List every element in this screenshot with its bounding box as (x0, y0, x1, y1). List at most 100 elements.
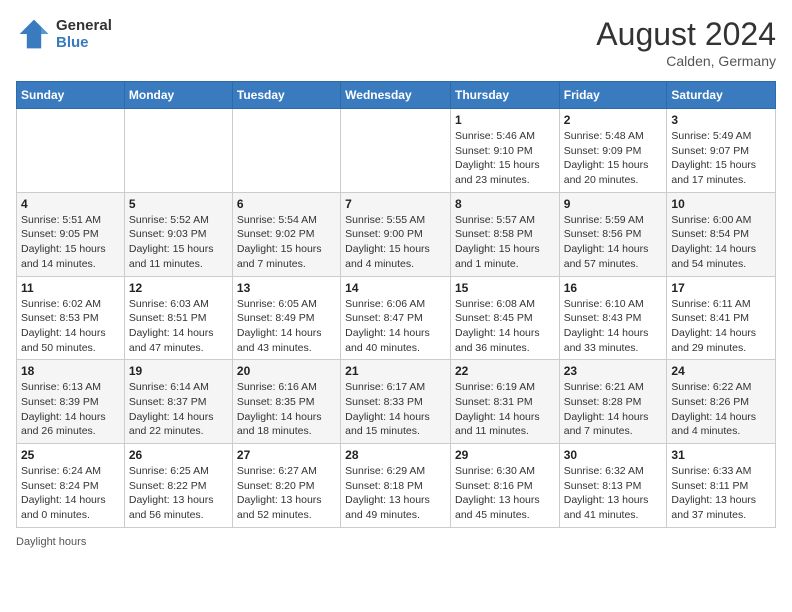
day-number: 25 (21, 448, 120, 462)
day-number: 4 (21, 197, 120, 211)
day-number: 17 (671, 281, 771, 295)
calendar-header-row: SundayMondayTuesdayWednesdayThursdayFrid… (17, 82, 776, 109)
calendar-cell: 11 Sunrise: 6:02 AM Sunset: 8:53 PM Dayli… (17, 276, 125, 360)
logo-text: General Blue (56, 17, 112, 51)
day-number: 10 (671, 197, 771, 211)
calendar-cell (17, 109, 125, 193)
day-info: Sunrise: 5:55 AM Sunset: 9:00 PM Dayligh… (345, 213, 446, 272)
day-info: Sunrise: 5:48 AM Sunset: 9:09 PM Dayligh… (564, 129, 663, 188)
day-info: Sunrise: 5:51 AM Sunset: 9:05 PM Dayligh… (21, 213, 120, 272)
day-info: Sunrise: 6:02 AM Sunset: 8:53 PM Dayligh… (21, 297, 120, 356)
calendar-cell: 1Sunrise: 5:46 AM Sunset: 9:10 PM Daylig… (450, 109, 559, 193)
page-header: General Blue August 2024 Calden, Germany (16, 16, 776, 69)
day-number: 26 (129, 448, 228, 462)
calendar-cell: 19 Sunrise: 6:14 AM Sunset: 8:37 PM Dayli… (124, 360, 232, 444)
calendar-cell: 10 Sunrise: 6:00 AM Sunset: 8:54 PM Dayli… (667, 192, 776, 276)
day-number: 15 (455, 281, 555, 295)
logo-icon (16, 16, 52, 52)
day-info: Sunrise: 6:27 AM Sunset: 8:20 PM Dayligh… (237, 464, 336, 523)
calendar-cell: 30 Sunrise: 6:32 AM Sunset: 8:13 PM Dayli… (559, 444, 667, 528)
column-header-wednesday: Wednesday (341, 82, 451, 109)
day-number: 30 (564, 448, 663, 462)
calendar-week-1: 4 Sunrise: 5:51 AM Sunset: 9:05 PM Daylig… (17, 192, 776, 276)
column-header-friday: Friday (559, 82, 667, 109)
calendar-cell: 24 Sunrise: 6:22 AM Sunset: 8:26 PM Dayli… (667, 360, 776, 444)
calendar-cell: 5 Sunrise: 5:52 AM Sunset: 9:03 PM Daylig… (124, 192, 232, 276)
calendar-cell: 25 Sunrise: 6:24 AM Sunset: 8:24 PM Dayli… (17, 444, 125, 528)
calendar-week-2: 11 Sunrise: 6:02 AM Sunset: 8:53 PM Dayli… (17, 276, 776, 360)
day-info: Sunrise: 6:13 AM Sunset: 8:39 PM Dayligh… (21, 380, 120, 439)
calendar-cell: 29Sunrise: 6:30 AM Sunset: 8:16 PM Dayli… (450, 444, 559, 528)
day-info: Sunrise: 6:25 AM Sunset: 8:22 PM Dayligh… (129, 464, 228, 523)
calendar-cell: 14 Sunrise: 6:06 AM Sunset: 8:47 PM Dayli… (341, 276, 451, 360)
day-number: 22 (455, 364, 555, 378)
day-info: Sunrise: 6:33 AM Sunset: 8:11 PM Dayligh… (671, 464, 771, 523)
day-info: Sunrise: 6:17 AM Sunset: 8:33 PM Dayligh… (345, 380, 446, 439)
logo-general: General (56, 17, 112, 34)
calendar-cell: 18Sunrise: 6:13 AM Sunset: 8:39 PM Dayli… (17, 360, 125, 444)
day-info: Sunrise: 6:06 AM Sunset: 8:47 PM Dayligh… (345, 297, 446, 356)
day-number: 20 (237, 364, 336, 378)
daylight-hours-label: Daylight hours (16, 536, 86, 548)
day-info: Sunrise: 6:22 AM Sunset: 8:26 PM Dayligh… (671, 380, 771, 439)
calendar-cell: 31Sunrise: 6:33 AM Sunset: 8:11 PM Dayli… (667, 444, 776, 528)
day-info: Sunrise: 6:14 AM Sunset: 8:37 PM Dayligh… (129, 380, 228, 439)
calendar-cell (124, 109, 232, 193)
day-info: Sunrise: 6:21 AM Sunset: 8:28 PM Dayligh… (564, 380, 663, 439)
day-number: 16 (564, 281, 663, 295)
calendar-week-0: 1Sunrise: 5:46 AM Sunset: 9:10 PM Daylig… (17, 109, 776, 193)
day-info: Sunrise: 6:05 AM Sunset: 8:49 PM Dayligh… (237, 297, 336, 356)
day-number: 5 (129, 197, 228, 211)
footer-note: Daylight hours (16, 536, 776, 548)
day-number: 24 (671, 364, 771, 378)
calendar-cell: 8 Sunrise: 5:57 AM Sunset: 8:58 PM Daylig… (450, 192, 559, 276)
day-number: 27 (237, 448, 336, 462)
day-number: 2 (564, 113, 663, 127)
day-info: Sunrise: 5:52 AM Sunset: 9:03 PM Dayligh… (129, 213, 228, 272)
calendar-cell: 23 Sunrise: 6:21 AM Sunset: 8:28 PM Dayli… (559, 360, 667, 444)
location: Calden, Germany (596, 53, 776, 69)
calendar-cell: 7 Sunrise: 5:55 AM Sunset: 9:00 PM Daylig… (341, 192, 451, 276)
logo-blue: Blue (56, 34, 112, 51)
calendar-cell: 17 Sunrise: 6:11 AM Sunset: 8:41 PM Dayli… (667, 276, 776, 360)
calendar-cell (341, 109, 451, 193)
calendar-cell: 13 Sunrise: 6:05 AM Sunset: 8:49 PM Dayli… (232, 276, 340, 360)
day-info: Sunrise: 6:11 AM Sunset: 8:41 PM Dayligh… (671, 297, 771, 356)
day-number: 11 (21, 281, 120, 295)
day-info: Sunrise: 6:03 AM Sunset: 8:51 PM Dayligh… (129, 297, 228, 356)
calendar-cell: 22 Sunrise: 6:19 AM Sunset: 8:31 PM Dayli… (450, 360, 559, 444)
calendar-cell: 26 Sunrise: 6:25 AM Sunset: 8:22 PM Dayli… (124, 444, 232, 528)
day-info: Sunrise: 6:32 AM Sunset: 8:13 PM Dayligh… (564, 464, 663, 523)
day-number: 6 (237, 197, 336, 211)
calendar-week-3: 18Sunrise: 6:13 AM Sunset: 8:39 PM Dayli… (17, 360, 776, 444)
day-number: 3 (671, 113, 771, 127)
calendar-table: SundayMondayTuesdayWednesdayThursdayFrid… (16, 81, 776, 528)
day-info: Sunrise: 5:57 AM Sunset: 8:58 PM Dayligh… (455, 213, 555, 272)
day-number: 13 (237, 281, 336, 295)
calendar-cell: 27 Sunrise: 6:27 AM Sunset: 8:20 PM Dayli… (232, 444, 340, 528)
calendar-cell: 3 Sunrise: 5:49 AM Sunset: 9:07 PM Daylig… (667, 109, 776, 193)
calendar-cell: 12Sunrise: 6:03 AM Sunset: 8:51 PM Dayli… (124, 276, 232, 360)
calendar-cell: 28Sunrise: 6:29 AM Sunset: 8:18 PM Dayli… (341, 444, 451, 528)
day-info: Sunrise: 6:00 AM Sunset: 8:54 PM Dayligh… (671, 213, 771, 272)
column-header-thursday: Thursday (450, 82, 559, 109)
day-info: Sunrise: 6:19 AM Sunset: 8:31 PM Dayligh… (455, 380, 555, 439)
calendar-cell: 16 Sunrise: 6:10 AM Sunset: 8:43 PM Dayli… (559, 276, 667, 360)
day-number: 8 (455, 197, 555, 211)
day-info: Sunrise: 6:24 AM Sunset: 8:24 PM Dayligh… (21, 464, 120, 523)
day-number: 19 (129, 364, 228, 378)
day-info: Sunrise: 5:49 AM Sunset: 9:07 PM Dayligh… (671, 129, 771, 188)
day-info: Sunrise: 6:10 AM Sunset: 8:43 PM Dayligh… (564, 297, 663, 356)
calendar-cell: 21Sunrise: 6:17 AM Sunset: 8:33 PM Dayli… (341, 360, 451, 444)
day-number: 23 (564, 364, 663, 378)
calendar-cell (232, 109, 340, 193)
day-info: Sunrise: 5:46 AM Sunset: 9:10 PM Dayligh… (455, 129, 555, 188)
day-number: 29 (455, 448, 555, 462)
logo: General Blue (16, 16, 112, 52)
day-info: Sunrise: 6:29 AM Sunset: 8:18 PM Dayligh… (345, 464, 446, 523)
day-number: 9 (564, 197, 663, 211)
day-number: 7 (345, 197, 446, 211)
calendar-cell: 6Sunrise: 5:54 AM Sunset: 9:02 PM Daylig… (232, 192, 340, 276)
day-number: 14 (345, 281, 446, 295)
calendar-cell: 2 Sunrise: 5:48 AM Sunset: 9:09 PM Daylig… (559, 109, 667, 193)
